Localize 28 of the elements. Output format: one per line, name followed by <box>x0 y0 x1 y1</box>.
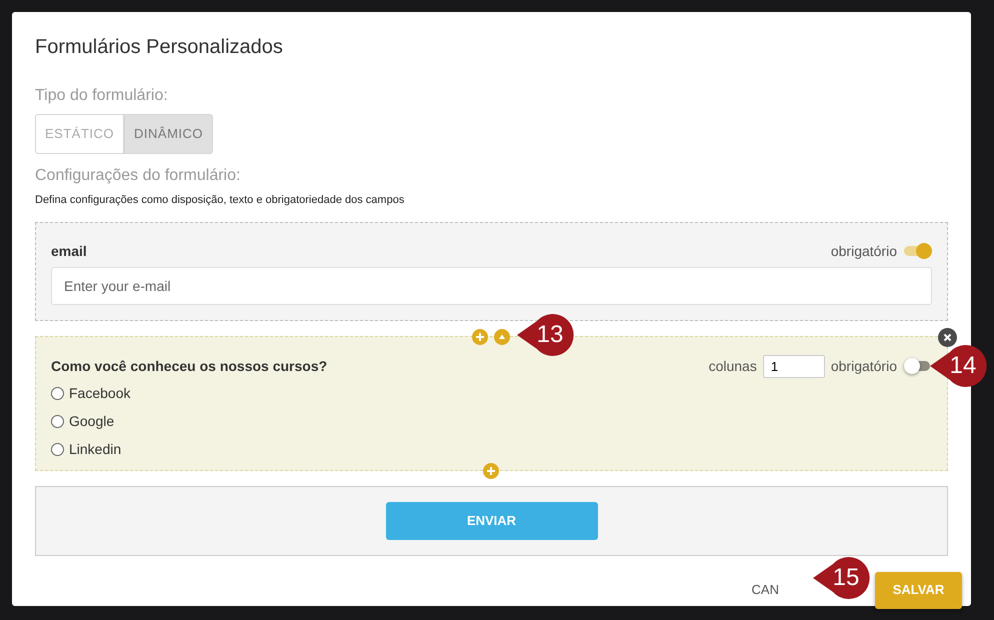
radio-button[interactable] <box>51 386 64 400</box>
columns-field[interactable]: 1 <box>762 354 825 378</box>
add-icon[interactable] <box>472 328 488 344</box>
required-toggle[interactable] <box>904 358 932 374</box>
move-up-icon[interactable] <box>494 328 510 344</box>
radio-label: Facebook <box>69 384 130 402</box>
form-type-tab[interactable]: ESTÁTICO <box>35 114 124 154</box>
radio-button[interactable] <box>51 442 64 456</box>
dialog-title: Formulários Personalizados <box>35 35 284 60</box>
required-toggle[interactable] <box>904 243 932 259</box>
close-icon[interactable] <box>938 328 957 346</box>
section-label: Configurações do formulário: <box>35 166 242 186</box>
cancel-button[interactable]: CAN <box>752 580 779 600</box>
required-label: obrigatório <box>830 356 897 376</box>
field-label: Como você conheceu os nossos cursos? <box>51 356 328 376</box>
field-label: email <box>51 242 88 260</box>
email-field[interactable]: Enter your e-mail <box>51 266 932 304</box>
add-icon[interactable] <box>483 462 499 478</box>
save-button[interactable]: SALVAR <box>875 572 962 608</box>
radio-label: Google <box>69 412 114 431</box>
form-type-tab[interactable]: DINÂMICO <box>124 114 214 154</box>
submit-button[interactable]: ENVIAR <box>386 502 598 540</box>
radio-button[interactable] <box>51 414 64 428</box>
radio-label: Linkedin <box>69 440 122 458</box>
section-label: Tipo do formulário: <box>35 86 169 106</box>
columns-label: colunas <box>708 356 757 376</box>
required-label: obrigatório <box>830 242 897 261</box>
section-description: Defina configurações como disposição, texto e obrigatoriedade dos campos <box>35 193 406 208</box>
